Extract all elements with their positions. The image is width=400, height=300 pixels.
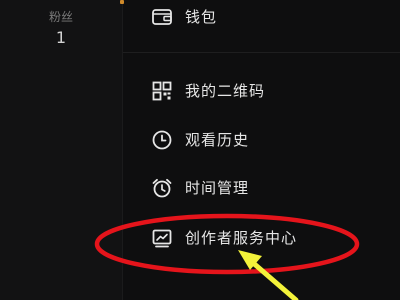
menu-item-wallet[interactable]: 钱包 bbox=[123, 0, 400, 37]
menu-item-label: 时间管理 bbox=[185, 179, 250, 197]
qr-code-icon bbox=[150, 79, 174, 103]
side-menu: 钱包 我的二维码 观看历史 时间管理 创作者服务中心 bbox=[123, 0, 400, 300]
chart-icon bbox=[150, 226, 174, 250]
clock-icon bbox=[150, 128, 174, 152]
screen: 粉丝 1 钱包 我的二维码 观看历史 时间管理 创作者服务中心 bbox=[0, 0, 400, 300]
menu-item-creator-service-center[interactable]: 创作者服务中心 bbox=[123, 218, 400, 258]
menu-item-watch-history[interactable]: 观看历史 bbox=[123, 120, 400, 160]
menu-item-label: 创作者服务中心 bbox=[185, 229, 298, 247]
wallet-icon bbox=[150, 5, 174, 29]
menu-item-label: 我的二维码 bbox=[185, 82, 266, 100]
menu-item-qr-code[interactable]: 我的二维码 bbox=[123, 71, 400, 111]
menu-item-label: 钱包 bbox=[185, 8, 218, 26]
menu-item-time-management[interactable]: 时间管理 bbox=[123, 168, 400, 208]
alarm-clock-icon bbox=[150, 176, 174, 200]
menu-item-label: 观看历史 bbox=[185, 131, 250, 149]
fans-count[interactable]: 1 bbox=[0, 28, 122, 47]
fans-label: 粉丝 bbox=[48, 10, 73, 24]
profile-stats-panel: 粉丝 1 bbox=[0, 0, 122, 300]
